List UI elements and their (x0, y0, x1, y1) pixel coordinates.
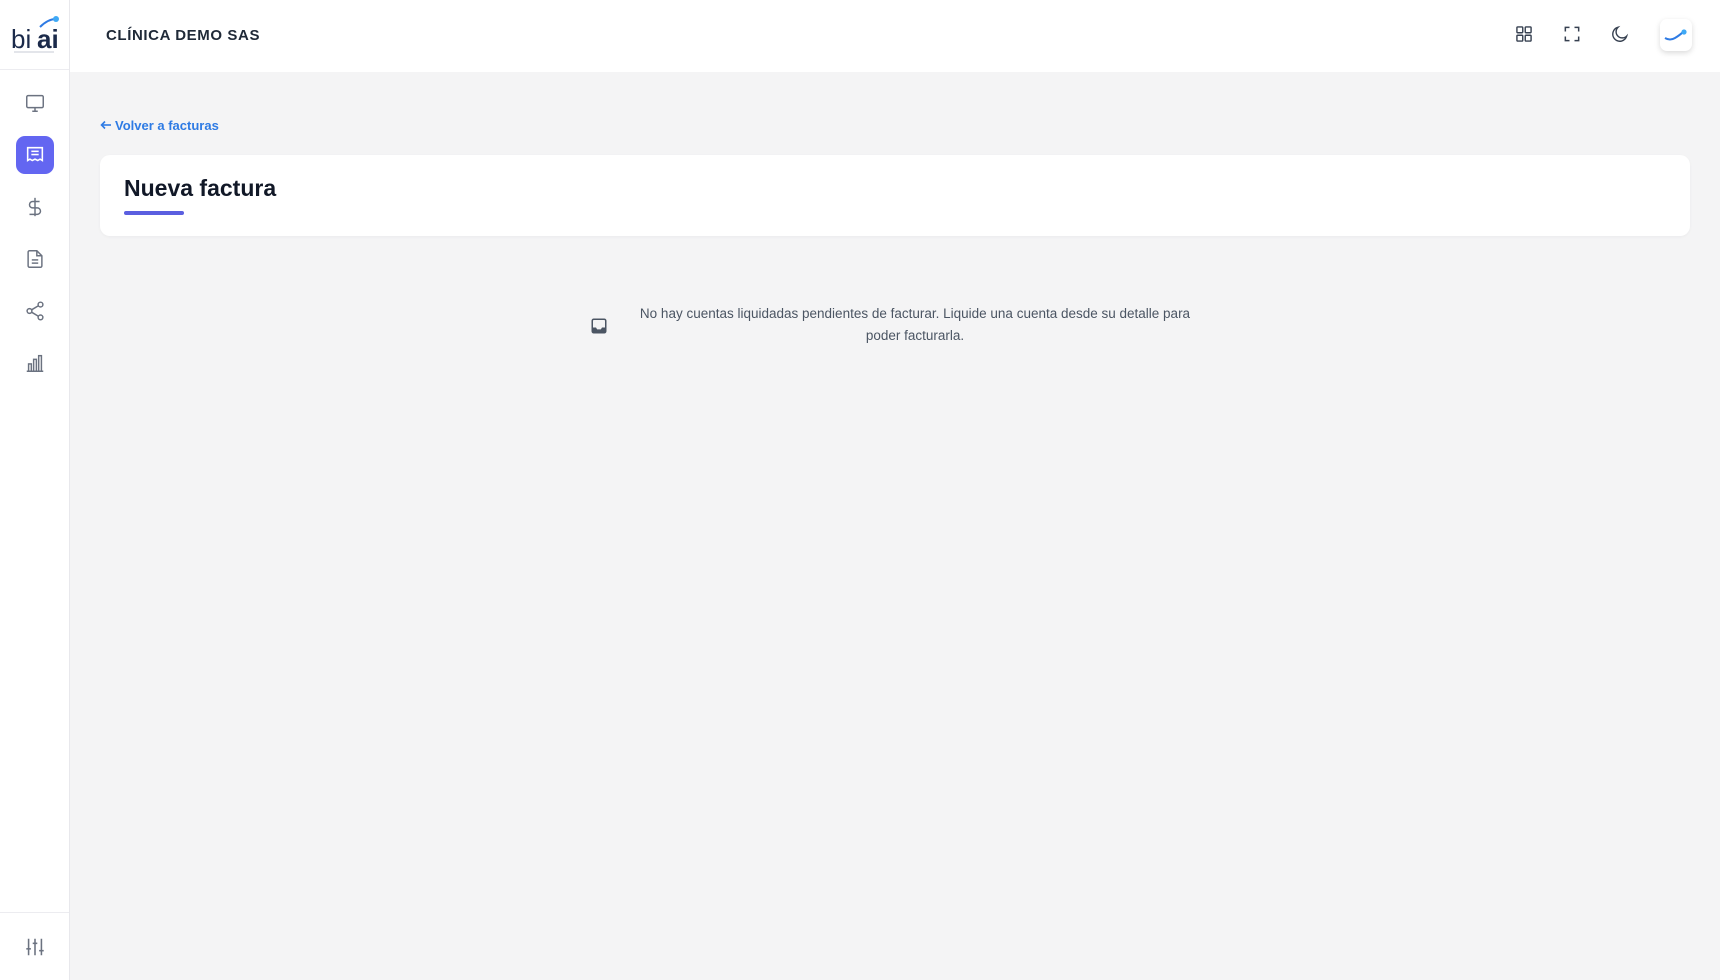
sidebar-item-pagos[interactable] (16, 188, 54, 226)
arrow-left-icon (100, 118, 112, 133)
fullscreen-icon (1564, 26, 1580, 42)
title-underline (124, 211, 184, 215)
empty-state-message: No hay cuentas liquidadas pendientes de … (639, 306, 1191, 343)
page-header-card: Nueva factura (100, 155, 1690, 236)
user-avatar[interactable] (1660, 19, 1692, 51)
app-logo[interactable]: bi ai (0, 0, 69, 70)
moon-icon (1612, 25, 1629, 42)
sliders-icon (25, 938, 44, 955)
dollar-icon (28, 197, 41, 217)
receipt-icon (26, 146, 43, 162)
document-icon (26, 250, 43, 268)
fullscreen-button[interactable] (1557, 19, 1587, 49)
sidebar-settings-button[interactable] (0, 912, 69, 980)
sidebar-item-dashboard[interactable] (16, 84, 54, 122)
back-link-label: Volver a facturas (115, 118, 219, 133)
biai-logo-icon: bi ai (11, 15, 59, 54)
avatar-logo-icon (1664, 29, 1687, 41)
bar-chart-icon (26, 354, 43, 372)
back-to-invoices-link[interactable]: Volver a facturas (100, 118, 219, 133)
svg-text:bi: bi (11, 24, 31, 54)
empty-state: No hay cuentas liquidadas pendientes de … (590, 303, 1200, 349)
svg-text:ai: ai (37, 24, 59, 54)
sidebar-item-reportes[interactable] (16, 344, 54, 382)
page-title: Nueva factura (124, 175, 277, 201)
sidebar-item-facturas[interactable] (15, 136, 54, 174)
sidebar: bi ai (0, 0, 70, 980)
sidebar-nav (0, 70, 69, 382)
topbar: CLÍNICA DEMO SAS (70, 0, 1720, 72)
inbox-icon (590, 317, 608, 335)
apps-grid-button[interactable] (1509, 19, 1539, 49)
clinic-name: CLÍNICA DEMO SAS (106, 27, 261, 44)
monitor-icon (25, 94, 44, 112)
sidebar-item-documentos[interactable] (16, 240, 54, 278)
sidebar-item-compartir[interactable] (16, 292, 54, 330)
dark-mode-toggle[interactable] (1605, 19, 1635, 49)
share-icon (25, 301, 44, 321)
grid-icon (1516, 26, 1532, 42)
